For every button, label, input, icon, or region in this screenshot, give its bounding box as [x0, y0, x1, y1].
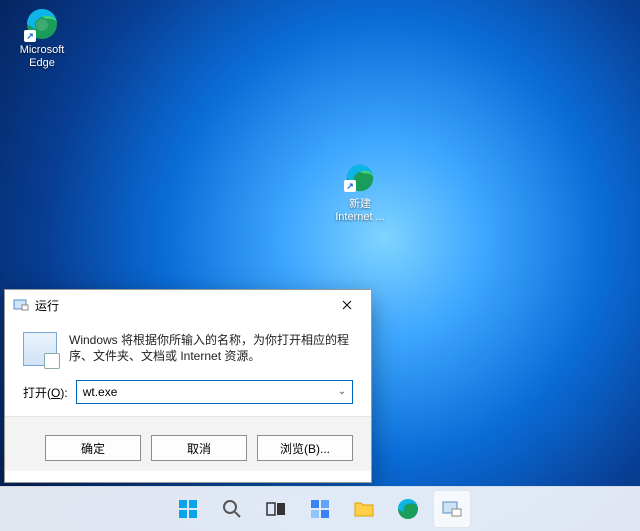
desktop[interactable]: ↗ Microsoft Edge ↗ 新建 Internet ... [0, 0, 640, 531]
taskbar-run-app[interactable] [433, 490, 471, 528]
taskbar-widgets[interactable] [301, 490, 339, 528]
taskbar-start[interactable] [169, 490, 207, 528]
open-input[interactable] [76, 380, 353, 404]
run-icon [440, 497, 464, 521]
close-icon [342, 300, 352, 310]
desktop-icon-label: 新建 Internet ... [335, 198, 385, 224]
taskbar-edge[interactable] [389, 490, 427, 528]
edge-icon [396, 497, 420, 521]
shortcut-arrow-icon: ↗ [24, 30, 36, 42]
shortcut-arrow-icon: ↗ [344, 180, 356, 192]
search-icon [220, 497, 244, 521]
taskbar-search[interactable] [213, 490, 251, 528]
chevron-down-icon[interactable]: ⌄ [335, 384, 349, 398]
desktop-icon-edge[interactable]: ↗ Microsoft Edge [6, 6, 78, 70]
titlebar[interactable]: 运行 [5, 290, 371, 320]
taskbar-explorer[interactable] [345, 490, 383, 528]
close-button[interactable] [325, 291, 369, 319]
ok-button[interactable]: 确定 [45, 435, 141, 461]
open-combobox[interactable]: ⌄ [76, 380, 353, 404]
taskbar [0, 486, 640, 531]
browse-button[interactable]: 浏览(B)... [257, 435, 353, 461]
dialog-title: 运行 [35, 297, 59, 314]
dialog-description: Windows 将根据你所输入的名称，为你打开相应的程序、文件夹、文档或 Int… [69, 332, 353, 366]
run-dialog: 运行 Windows 将根据你所输入的名称，为你打开相应的程序、文件夹、文档或 … [4, 289, 372, 483]
start-icon [176, 497, 200, 521]
task-view-icon [264, 497, 288, 521]
desktop-icon-label: Microsoft Edge [20, 44, 65, 70]
open-label: 打开(O): [23, 384, 68, 401]
widgets-icon [308, 497, 332, 521]
run-title-icon [13, 297, 29, 313]
dialog-button-row: 确定 取消 浏览(B)... [5, 416, 371, 471]
run-body-icon [23, 332, 57, 366]
taskbar-task-view[interactable] [257, 490, 295, 528]
desktop-icon-new-internet[interactable]: ↗ 新建 Internet ... [324, 160, 396, 224]
folder-icon [352, 497, 376, 521]
cancel-button[interactable]: 取消 [151, 435, 247, 461]
